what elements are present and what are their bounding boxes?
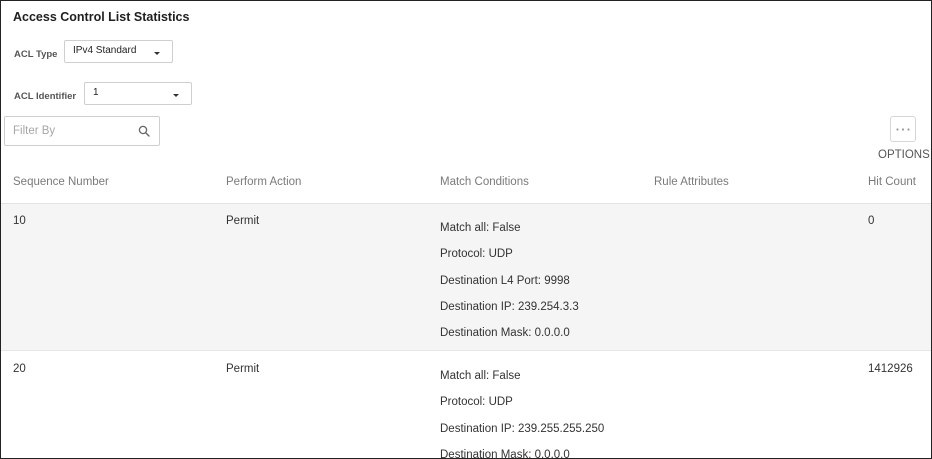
- column-header-match-conditions[interactable]: Match Conditions: [440, 176, 529, 188]
- options-button[interactable]: [890, 116, 916, 142]
- perform-action-cell: Permit: [226, 215, 260, 227]
- perform-action-cell: Permit: [226, 363, 260, 375]
- options-label[interactable]: OPTIONS: [878, 149, 930, 161]
- acl-identifier-value: 1: [93, 87, 99, 98]
- match-condition: Protocol: UDP: [440, 248, 513, 261]
- caret-down-icon: [154, 52, 160, 55]
- more-horizontal-icon: [896, 128, 910, 131]
- acl-identifier-select[interactable]: 1: [84, 82, 192, 105]
- filter-input[interactable]: [13, 123, 131, 139]
- match-condition: Destination IP: 239.254.3.3: [440, 300, 579, 313]
- acl-identifier-label: ACL Identifier: [14, 91, 77, 102]
- match-conditions-cell: Match all: False Protocol: UDP Destinati…: [440, 215, 579, 346]
- search-icon[interactable]: [138, 125, 150, 137]
- acl-type-label: ACL Type: [14, 49, 58, 60]
- match-condition: Match all: False: [440, 370, 521, 382]
- match-condition: Destination L4 Port: 9998: [440, 274, 570, 287]
- acl-statistics-panel: Access Control List Statistics ACL Type …: [0, 0, 932, 459]
- match-condition: Protocol: UDP: [440, 396, 513, 409]
- caret-down-icon: [173, 94, 179, 97]
- sequence-number-cell: 20: [13, 363, 26, 375]
- hit-count-cell: 0: [868, 215, 875, 227]
- sequence-number-cell: 10: [13, 215, 26, 227]
- acl-type-select[interactable]: IPv4 Standard: [64, 40, 173, 63]
- table-row: 10 Permit Match all: False Protocol: UDP…: [1, 204, 931, 351]
- filter-box: [4, 116, 160, 146]
- match-condition: Destination Mask: 0.0.0.0: [440, 448, 570, 459]
- match-condition: Destination IP: 239.255.255.250: [440, 422, 605, 435]
- hit-count-cell: 1412926: [868, 363, 913, 375]
- match-condition: Match all: False: [440, 222, 521, 234]
- column-header-sequence-number[interactable]: Sequence Number: [13, 176, 109, 188]
- match-condition: Destination Mask: 0.0.0.0: [440, 327, 570, 340]
- column-header-perform-action[interactable]: Perform Action: [226, 176, 301, 188]
- match-conditions-cell: Match all: False Protocol: UDP Destinati…: [440, 363, 605, 459]
- column-header-hit-count[interactable]: Hit Count: [868, 176, 916, 188]
- column-header-rule-attributes[interactable]: Rule Attributes: [654, 176, 729, 188]
- acl-type-value: IPv4 Standard: [73, 45, 137, 56]
- page-title: Access Control List Statistics: [13, 10, 190, 24]
- table-row: 20 Permit Match all: False Protocol: UDP…: [1, 352, 931, 459]
